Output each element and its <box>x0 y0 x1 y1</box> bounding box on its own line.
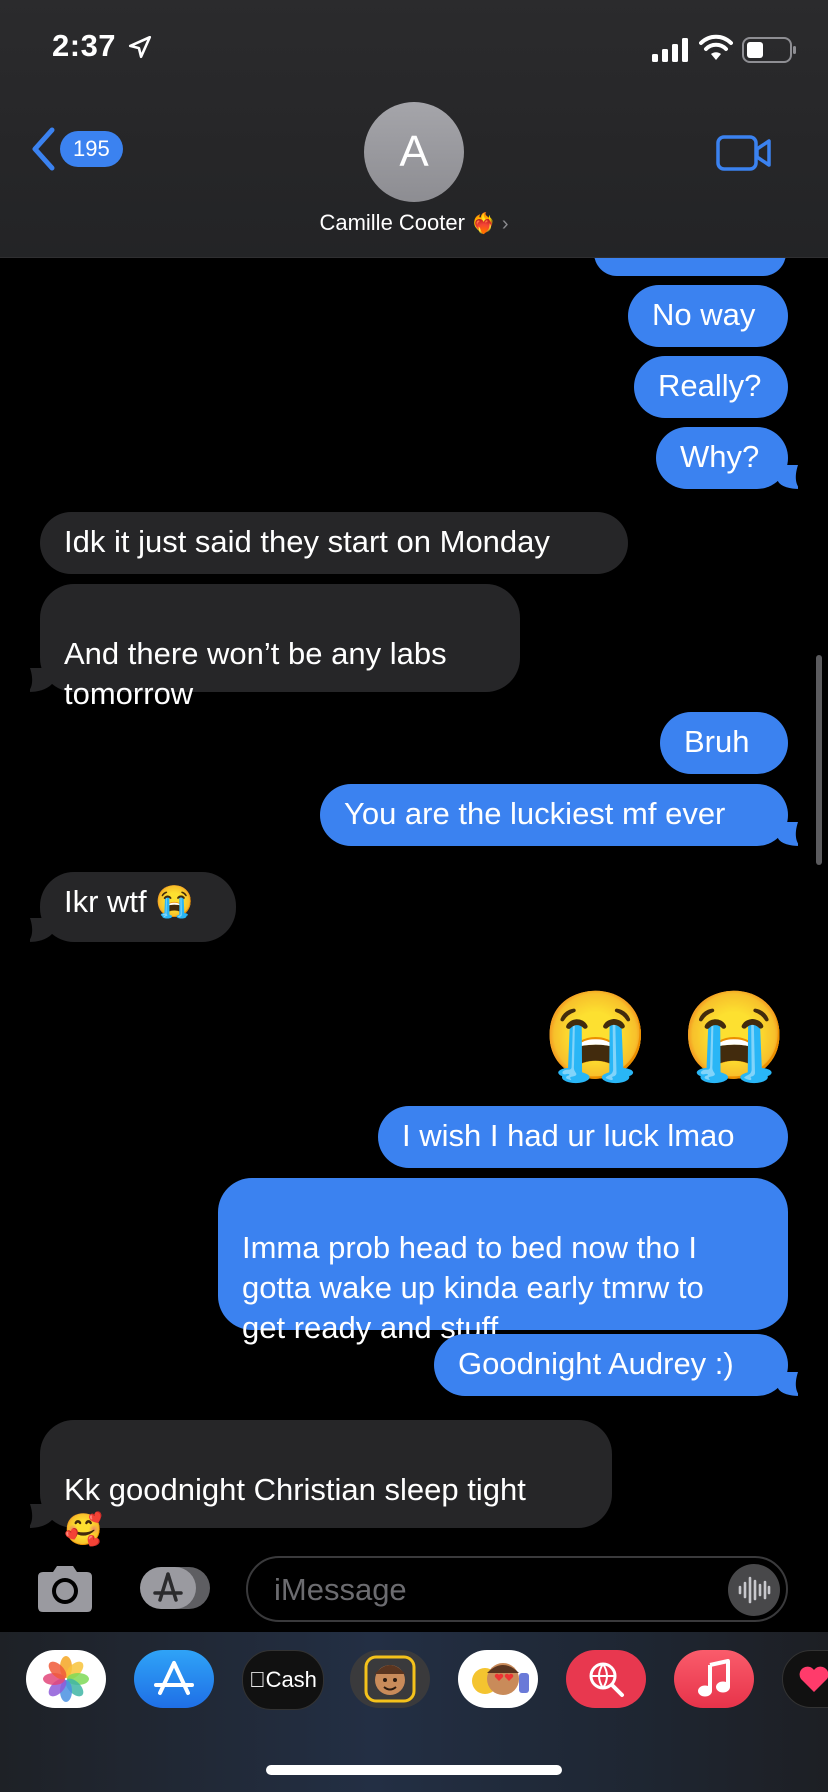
message-text: Bruh <box>684 724 750 759</box>
emoji-message[interactable]: 😭 😭 <box>542 985 792 1086</box>
back-button[interactable]: 195 <box>30 126 123 172</box>
message-text: Why? <box>680 439 760 474</box>
contact-emoji: ❤️‍🔥 <box>470 213 496 235</box>
contact-name-button[interactable]: Camille Cooter ❤️‍🔥 › <box>0 210 828 236</box>
app-store-app-icon[interactable] <box>134 1650 214 1708</box>
message-bubble-sent[interactable]: You are the luckiest mf ever <box>320 784 788 846</box>
facetime-video-icon[interactable] <box>716 134 772 172</box>
cellular-signal-icon <box>652 38 688 62</box>
message-text: Kk goodnight Christian sleep tight 🥰 <box>64 1472 526 1547</box>
messages-screen: 2:37 195 A Cami <box>0 0 828 1792</box>
apple-cash-app-icon[interactable]: Cash <box>242 1650 324 1710</box>
message-text: You are the luckiest mf ever <box>344 796 726 831</box>
message-text: Imma prob head to bed now tho I gotta wa… <box>242 1230 704 1345</box>
wifi-icon <box>699 34 733 60</box>
message-text: Really? <box>658 368 762 403</box>
apple-logo-icon:  <box>249 1667 266 1693</box>
contact-name: Camille Cooter <box>319 210 465 235</box>
message-bubble-received[interactable]: Idk it just said they start on Monday <box>40 512 628 574</box>
chevron-right-icon: › <box>501 213 509 235</box>
battery-icon <box>742 37 796 63</box>
message-bubble-sent[interactable]: I wish I had ur luck lmao <box>378 1106 788 1168</box>
app-store-a-icon <box>154 1661 194 1695</box>
audio-message-button[interactable] <box>728 1564 780 1616</box>
cash-label: Cash <box>257 1667 317 1692</box>
home-indicator[interactable] <box>266 1765 562 1775</box>
memoji-stickers-app-icon[interactable] <box>350 1650 430 1708</box>
message-text: Goodnight Audrey :) <box>458 1346 734 1381</box>
message-bubble-sent[interactable]: Imma prob head to bed now tho I gotta wa… <box>218 1178 788 1345</box>
message-text: Ikr wtf 😭 <box>64 884 194 919</box>
message-bubble-sent[interactable]: Bruh <box>660 712 788 774</box>
scroll-indicator[interactable] <box>816 655 822 865</box>
camera-icon[interactable] <box>34 1563 96 1615</box>
message-bubble-sent[interactable]: No way <box>628 285 788 347</box>
message-text: And there won’t be any labs tomorrow <box>64 636 447 711</box>
heart-icon <box>799 1666 828 1692</box>
message-text: No way <box>652 297 756 332</box>
chevron-left-icon <box>32 127 55 171</box>
message-text: I wish I had ur luck lmao <box>402 1118 735 1153</box>
message-bubble-sent[interactable]: Why? <box>656 427 788 489</box>
message-bubble-received[interactable]: Kk goodnight Christian sleep tight 🥰 <box>40 1420 612 1547</box>
avatar-initial: A <box>399 127 429 176</box>
message-bubble-sent[interactable]: Goodnight Audrey :) <box>434 1334 788 1396</box>
music-app-icon[interactable] <box>674 1650 754 1708</box>
web-images-app-icon[interactable] <box>566 1650 646 1708</box>
digital-touch-app-icon[interactable] <box>782 1650 828 1708</box>
location-arrow-icon <box>128 35 152 59</box>
message-bubble-received[interactable]: Ikr wtf 😭 <box>40 872 236 942</box>
music-note-icon <box>698 1659 730 1697</box>
message-compose-field[interactable] <box>246 1556 788 1622</box>
photos-app-icon[interactable] <box>26 1650 106 1708</box>
animoji-faces-icon <box>472 1663 529 1695</box>
waveform-icon <box>738 1576 771 1604</box>
contact-avatar[interactable]: A <box>364 102 464 202</box>
message-text: Idk it just said they start on Monday <box>64 524 550 559</box>
message-bubble-received[interactable]: And there won’t be any labs tomorrow <box>40 584 520 711</box>
unread-count-badge: 195 <box>60 131 123 167</box>
globe-search-icon <box>589 1662 624 1697</box>
status-time: 2:37 <box>52 28 117 63</box>
animoji-app-icon[interactable] <box>458 1650 538 1708</box>
memoji-face-icon <box>364 1655 416 1703</box>
message-bubble-sent[interactable]: Really? <box>634 356 788 418</box>
conversation-header: 2:37 195 A Cami <box>0 0 828 258</box>
photos-flower-icon <box>43 1656 89 1702</box>
imessage-input[interactable] <box>272 1568 706 1612</box>
app-store-apps-icon[interactable] <box>138 1565 212 1611</box>
